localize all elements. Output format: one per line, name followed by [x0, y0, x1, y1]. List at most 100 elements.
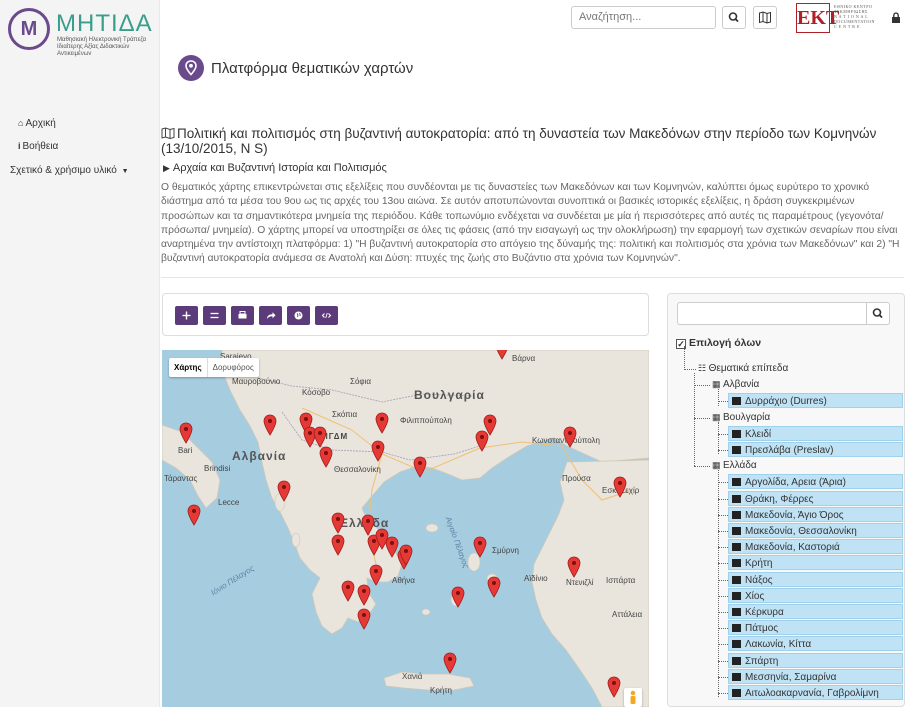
map-marker-icon[interactable]	[413, 456, 427, 478]
map-marker-icon[interactable]	[319, 446, 333, 468]
map-marker-icon[interactable]	[357, 608, 371, 630]
tree-layer-item[interactable]: Θράκη, Φέρρες	[728, 490, 903, 506]
grid-icon: ▦	[712, 379, 724, 390]
map-canvas[interactable]: Αλβανία Βουλγαρία Ελλάδα Sarajevo Μαυροβ…	[162, 350, 649, 707]
tree-connector	[718, 498, 728, 500]
ekt-text: ΕΘΝΙΚΟ ΚΕΝΤΡΟ ΤΕΚΜΗΡΙΩΣΗΣ N A T I O N A …	[834, 4, 875, 29]
label-aydin: Αϊδίνιο	[524, 574, 548, 583]
lock-icon[interactable]	[891, 12, 901, 27]
search-button[interactable]	[722, 6, 746, 29]
map-marker-icon[interactable]	[341, 580, 355, 602]
tree-layer-label: Λακωνία, Κίττα	[745, 639, 812, 651]
map-description: Ο θεματικός χάρτης επικεντρώνεται στις ε…	[161, 182, 900, 265]
map-toolbar	[162, 293, 649, 336]
sitemap-icon: ☷	[698, 363, 709, 373]
tree-search-input[interactable]	[677, 302, 866, 325]
map-marker-icon[interactable]	[331, 512, 345, 534]
globe-icon	[294, 311, 303, 320]
embed-button[interactable]	[315, 306, 338, 325]
mitida-logo[interactable]: Μ ΜΗΤΙΔΑ Μαθησιακή Ηλεκτρονική Τράπεζα Ι…	[8, 6, 158, 57]
tree-layer-item[interactable]: Μεσσηνία, Σαμαρίνα	[728, 668, 903, 684]
tree-connector	[718, 433, 728, 435]
tree-layer-item[interactable]: Κέρκυρα	[728, 604, 903, 619]
map-marker-icon[interactable]	[451, 586, 465, 608]
tree-layer-label: Θράκη, Φέρρες	[745, 493, 814, 505]
label-montenegro: Μαυροβούνιο	[232, 377, 281, 386]
category-link[interactable]: ▶ Αρχαία και Βυζαντινή Ιστορία και Πολιτι…	[163, 162, 387, 174]
map-type-satellite-button[interactable]: Δορυφόρος	[206, 358, 259, 377]
map-marker-icon[interactable]	[563, 426, 577, 448]
map-layer-icon	[732, 446, 741, 454]
tree-connector	[718, 644, 728, 646]
tree-layer-item[interactable]: Δυρράχιο (Durres)	[728, 393, 903, 409]
map-marker-icon[interactable]	[277, 480, 291, 502]
tree-layer-item[interactable]: Μακεδονία, Καστοριά	[728, 539, 903, 555]
map-layer-icon	[732, 656, 741, 665]
tree-group[interactable]: ▦ Βουλγαρία	[712, 410, 770, 425]
tree-layer-item[interactable]: Κλειδί	[728, 425, 903, 441]
tree-search-button[interactable]	[866, 302, 890, 325]
nav-related-material[interactable]: Σχετικό & χρήσιμο υλικό ▼	[10, 165, 129, 176]
swap-button[interactable]	[203, 306, 226, 325]
map-marker-icon[interactable]	[187, 504, 201, 526]
ekt-logo[interactable]: EKT ΕΘΝΙΚΟ ΚΕΝΤΡΟ ΤΕΚΜΗΡΙΩΣΗΣ N A T I O …	[796, 3, 878, 33]
map-marker-icon[interactable]	[179, 422, 193, 444]
print-button[interactable]	[231, 306, 254, 325]
map-browse-button[interactable]	[753, 6, 777, 29]
select-all-checkbox[interactable]: ✓ Επιλογή όλων	[676, 337, 761, 349]
map-marker-icon[interactable]	[607, 676, 621, 698]
tree-layer-label: Μακεδονία, Θεσσαλονίκη	[745, 526, 857, 537]
street-view-pegman[interactable]	[624, 688, 642, 707]
map-marker-icon[interactable]	[313, 426, 327, 448]
map-marker-icon[interactable]	[475, 430, 489, 452]
map-marker-icon[interactable]	[473, 536, 487, 558]
tree-layer-item[interactable]: Σπάρτη	[728, 652, 903, 668]
map-type-map-button[interactable]: Χάρτης	[169, 358, 207, 377]
tree-layer-label: Μακεδονία, Άγιο Όρος	[745, 509, 844, 521]
map-marker-icon[interactable]	[443, 652, 457, 674]
tree-layer-item[interactable]: Αιτωλοακαρνανία, Γαβρολίμνη	[728, 685, 903, 700]
map-icon	[759, 11, 771, 24]
select-all-label: Επιλογή όλων	[689, 337, 762, 349]
nav-help[interactable]: i Βοήθεια	[18, 141, 58, 152]
move-button[interactable]	[175, 306, 198, 325]
map-marker-icon[interactable]	[369, 564, 383, 586]
map-marker-icon[interactable]	[357, 584, 371, 606]
map-marker-icon[interactable]	[263, 414, 277, 436]
map-marker-icon[interactable]	[375, 412, 389, 434]
map-marker-icon[interactable]	[613, 476, 627, 498]
tree-layer-item[interactable]: Λακωνία, Κίττα	[728, 636, 903, 652]
tree-layer-item[interactable]: Μακεδονία, Άγιο Όρος	[728, 506, 903, 522]
map-marker-icon[interactable]	[371, 440, 385, 462]
tree-layer-item[interactable]: Πρεσλάβα (Preslav)	[728, 442, 903, 457]
logo-mark: Μ	[8, 8, 50, 50]
map-marker-icon[interactable]	[331, 534, 345, 556]
tree-connector	[718, 482, 728, 484]
map-marker-icon[interactable]	[399, 544, 413, 566]
caret-down-icon: ▼	[121, 168, 129, 175]
tree-layer-item[interactable]: Μακεδονία, Θεσσαλονίκη	[728, 523, 903, 538]
tree-layer-item[interactable]: Αργολίδα, Αρεια (Άρια)	[728, 474, 903, 490]
nav-home[interactable]: ⌂ Αρχική	[18, 118, 56, 129]
tree-connector	[718, 612, 728, 613]
tree-group[interactable]: ▦ Αλβανία	[712, 377, 759, 392]
search-input[interactable]: Αναζήτηση...	[571, 6, 716, 29]
tree-layer-item[interactable]: Χίος	[728, 587, 903, 603]
tree-layer-item[interactable]: Νάξος	[728, 571, 903, 587]
tree-layer-label: Χίος	[745, 590, 765, 602]
map-marker-icon[interactable]	[487, 576, 501, 598]
map-marker-icon[interactable]	[567, 556, 581, 578]
tree-connector	[718, 676, 728, 678]
search-icon	[728, 12, 739, 23]
tree-root[interactable]: ☷ Θεματικά επίπεδα	[698, 361, 788, 376]
map-marker-icon[interactable]	[495, 350, 509, 360]
globe-button[interactable]	[287, 306, 310, 325]
pegman-icon	[630, 690, 636, 704]
tree-layer-item[interactable]: Πάτμος	[728, 620, 903, 636]
label-lecce: Lecce	[218, 498, 240, 507]
map-marker-icon[interactable]	[361, 514, 375, 536]
tree-layer-item[interactable]: Κρήτη	[728, 555, 903, 571]
map-layer-icon	[732, 591, 741, 600]
share-button[interactable]	[259, 306, 282, 325]
map-layer-icon	[732, 575, 741, 584]
